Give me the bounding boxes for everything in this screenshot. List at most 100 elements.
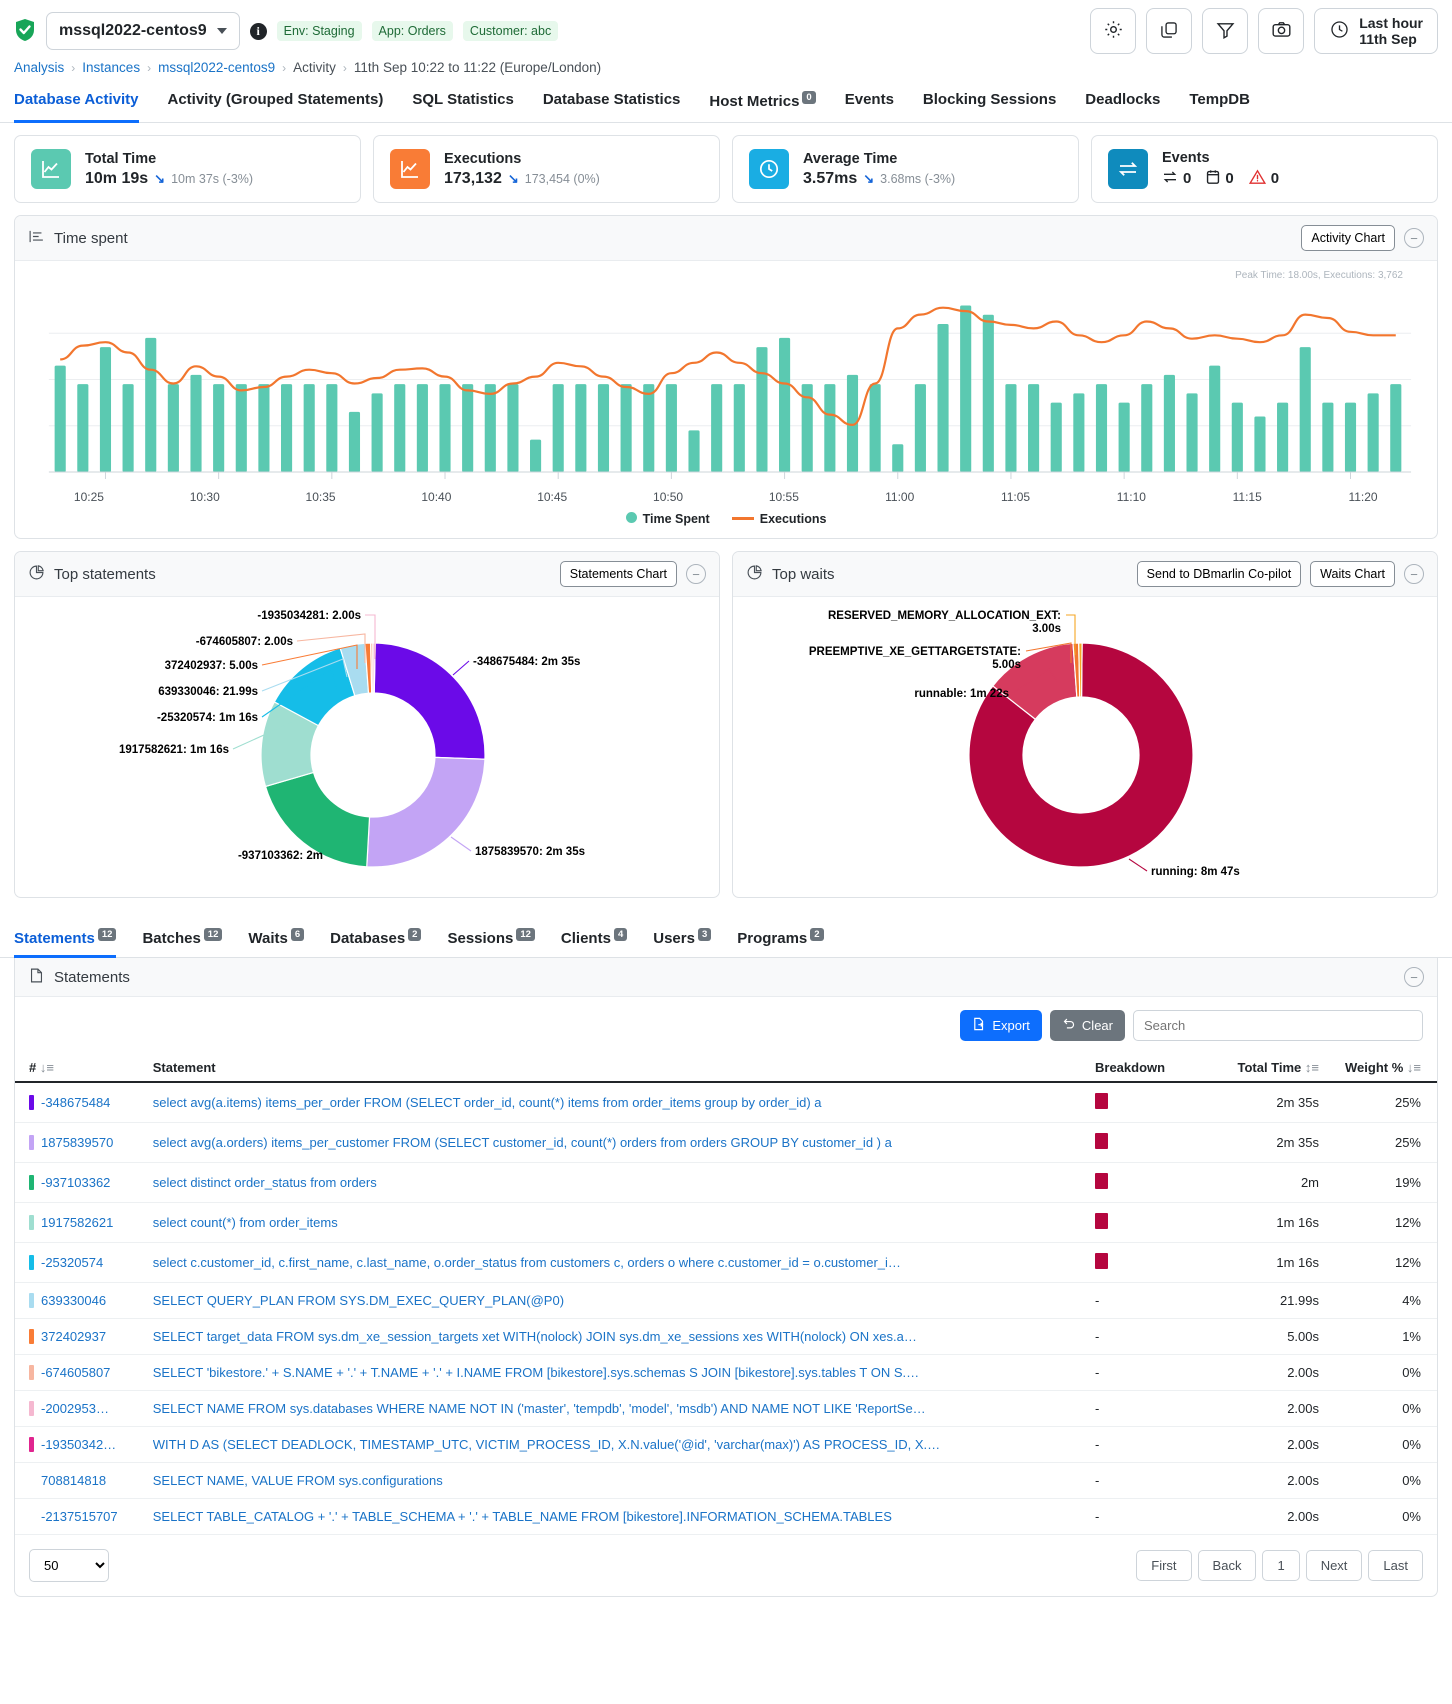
row-statement-link[interactable]: select avg(a.orders) items_per_customer …: [153, 1135, 983, 1150]
col-statement[interactable]: Statement: [144, 1054, 1087, 1083]
kpi-title: Total Time: [85, 150, 157, 167]
color-swatch: [29, 1401, 34, 1416]
instance-selector[interactable]: mssql2022-centos9: [46, 12, 240, 50]
top-waits-donut[interactable]: RESERVED_MEMORY_ALLOCATION_EXT:3.00s PREE…: [733, 597, 1437, 897]
table-row[interactable]: -937103362 select distinct order_status f…: [15, 1162, 1437, 1203]
sub-tab-programs[interactable]: Programs 2: [737, 928, 824, 957]
sub-tab-clients[interactable]: Clients 4: [561, 928, 628, 957]
col-weight[interactable]: Weight % ↓≡: [1327, 1054, 1437, 1083]
pager-back[interactable]: Back: [1197, 1550, 1257, 1581]
row-statement-link[interactable]: SELECT target_data FROM sys.dm_xe_sessio…: [153, 1329, 983, 1344]
row-id-link[interactable]: -2137515707: [41, 1509, 118, 1524]
kpi-average-time[interactable]: Average Time 3.57ms ↘ 3.68ms (-3%): [732, 135, 1079, 203]
collapse-icon[interactable]: −: [1404, 967, 1424, 987]
breakdown-empty: -: [1095, 1365, 1100, 1380]
sub-tab-databases[interactable]: Databases 2: [330, 928, 422, 957]
sub-tab-sessions[interactable]: Sessions 12: [447, 928, 535, 957]
table-row[interactable]: 639330046 SELECT QUERY_PLAN FROM SYS.DM_E…: [15, 1282, 1437, 1319]
table-row[interactable]: 708814818 SELECT NAME, VALUE FROM sys.con…: [15, 1462, 1437, 1499]
settings-button[interactable]: [1090, 8, 1137, 54]
row-statement-link[interactable]: SELECT NAME FROM sys.databases WHERE NAM…: [153, 1401, 983, 1416]
export-button[interactable]: Export: [960, 1010, 1042, 1041]
table-row[interactable]: -2002953… SELECT NAME FROM sys.databases …: [15, 1390, 1437, 1427]
copy-button[interactable]: [1146, 8, 1193, 54]
row-statement-link[interactable]: select c.customer_id, c.first_name, c.la…: [153, 1255, 983, 1270]
row-statement-link[interactable]: SELECT QUERY_PLAN FROM SYS.DM_EXEC_QUERY…: [153, 1293, 983, 1308]
table-row[interactable]: -2137515707 SELECT TABLE_CATALOG + '.' + …: [15, 1498, 1437, 1535]
breadcrumb-instance[interactable]: mssql2022-centos9: [158, 60, 275, 75]
collapse-icon[interactable]: −: [1404, 228, 1424, 248]
row-id-link[interactable]: 639330046: [41, 1293, 106, 1308]
sub-tab-waits[interactable]: Waits 6: [248, 928, 305, 957]
collapse-icon[interactable]: −: [686, 564, 706, 584]
pager-last[interactable]: Last: [1368, 1550, 1423, 1581]
row-id-link[interactable]: -348675484: [41, 1095, 110, 1110]
sub-tab-statements[interactable]: Statements 12: [14, 928, 117, 958]
row-id-link[interactable]: -674605807: [41, 1365, 110, 1380]
col-index[interactable]: # ↓≡: [15, 1054, 145, 1083]
row-statement-link[interactable]: select count(*) from order_items: [153, 1215, 983, 1230]
main-tab-database-activity[interactable]: Database Activity: [14, 85, 139, 123]
events-alerts: 0: [1248, 168, 1279, 189]
activity-chart[interactable]: [31, 281, 1421, 486]
breadcrumb-instances[interactable]: Instances: [82, 60, 140, 75]
table-row[interactable]: 1917582621 select count(*) from order_ite…: [15, 1202, 1437, 1243]
filter-button[interactable]: [1202, 8, 1249, 54]
row-statement-link[interactable]: select distinct order_status from orders: [153, 1175, 983, 1190]
row-id-cell: -2002953…: [15, 1390, 145, 1427]
search-input[interactable]: [1133, 1010, 1423, 1041]
col-breakdown[interactable]: Breakdown: [1087, 1054, 1207, 1083]
table-row[interactable]: -25320574 select c.customer_id, c.first_n…: [15, 1242, 1437, 1283]
row-id-link[interactable]: -2002953…: [41, 1401, 109, 1416]
breadcrumb-analysis[interactable]: Analysis: [14, 60, 64, 75]
screenshot-button[interactable]: [1258, 8, 1305, 54]
row-statement-link[interactable]: SELECT NAME, VALUE FROM sys.configuratio…: [153, 1473, 983, 1488]
table-row[interactable]: -674605807 SELECT 'bikestore.' + S.NAME +…: [15, 1354, 1437, 1391]
row-id-link[interactable]: 1917582621: [41, 1215, 113, 1230]
col-total-time[interactable]: Total Time ↕≡: [1207, 1054, 1327, 1083]
kpi-total-time[interactable]: Total Time 10m 19s ↘ 10m 37s (-3%): [14, 135, 361, 203]
row-statement-link[interactable]: SELECT TABLE_CATALOG + '.' + TABLE_SCHEM…: [153, 1509, 983, 1524]
kpi-executions[interactable]: Executions 173,132 ↘ 173,454 (0%): [373, 135, 720, 203]
collapse-icon[interactable]: −: [1404, 564, 1424, 584]
row-id-link[interactable]: 1875839570: [41, 1135, 113, 1150]
main-tab-database-statistics[interactable]: Database Statistics: [543, 85, 681, 122]
info-icon[interactable]: i: [249, 22, 267, 40]
row-statement-link[interactable]: select avg(a.items) items_per_order FROM…: [153, 1095, 983, 1110]
sub-tab-users[interactable]: Users 3: [653, 928, 712, 957]
pager-1[interactable]: 1: [1262, 1550, 1300, 1581]
row-id-link[interactable]: 708814818: [41, 1473, 106, 1488]
sub-tab-label: Databases: [330, 930, 406, 947]
top-statements-donut[interactable]: -1935034281: 2.00s -674605807: 2.00s 37240…: [15, 597, 719, 897]
table-row[interactable]: 372402937 SELECT target_data FROM sys.dm_…: [15, 1318, 1437, 1355]
kpi-events[interactable]: Events 0 0 0: [1091, 135, 1438, 203]
main-tab-activity-grouped-statements[interactable]: Activity (Grouped Statements): [168, 85, 384, 122]
table-row[interactable]: 1875839570 select avg(a.orders) items_per…: [15, 1122, 1437, 1163]
activity-chart-select[interactable]: Activity Chart: [1301, 225, 1395, 251]
row-id-link[interactable]: 372402937: [41, 1329, 106, 1344]
sub-tab-batches[interactable]: Batches 12: [142, 928, 223, 957]
row-id-link[interactable]: -937103362: [41, 1175, 110, 1190]
waits-chart-select[interactable]: Waits Chart: [1310, 561, 1395, 587]
row-statement-link[interactable]: WITH D AS (SELECT DEADLOCK, TIMESTAMP_UT…: [153, 1437, 983, 1452]
pager-first[interactable]: First: [1136, 1550, 1192, 1581]
main-tab-sql-statistics[interactable]: SQL Statistics: [412, 85, 513, 122]
main-tab-deadlocks[interactable]: Deadlocks: [1085, 85, 1160, 122]
time-range-button[interactable]: Last hour 11th Sep: [1314, 8, 1438, 54]
table-row[interactable]: -19350342… WITH D AS (SELECT DEADLOCK, TI…: [15, 1426, 1437, 1463]
main-tab-tempdb[interactable]: TempDB: [1189, 85, 1250, 122]
row-id-link[interactable]: -19350342…: [41, 1437, 116, 1452]
main-tab-host-metrics[interactable]: Host Metrics 0: [709, 85, 816, 122]
row-total-time: 5.00s: [1207, 1318, 1327, 1355]
table-row[interactable]: -348675484 select avg(a.items) items_per_…: [15, 1082, 1437, 1123]
row-statement-link[interactable]: SELECT 'bikestore.' + S.NAME + '.' + T.N…: [153, 1365, 983, 1380]
send-to-copilot-button[interactable]: Send to DBmarlin Co-pilot: [1136, 561, 1302, 587]
statements-chart-select[interactable]: Statements Chart: [559, 561, 677, 587]
row-id-link[interactable]: -25320574: [41, 1255, 103, 1270]
row-statement-cell: SELECT TABLE_CATALOG + '.' + TABLE_SCHEM…: [144, 1498, 1087, 1535]
pager-next[interactable]: Next: [1305, 1550, 1363, 1581]
clear-button[interactable]: Clear: [1049, 1010, 1125, 1041]
main-tab-blocking-sessions[interactable]: Blocking Sessions: [923, 85, 1056, 122]
page-size-select[interactable]: 50: [29, 1549, 109, 1582]
main-tab-events[interactable]: Events: [845, 85, 894, 122]
